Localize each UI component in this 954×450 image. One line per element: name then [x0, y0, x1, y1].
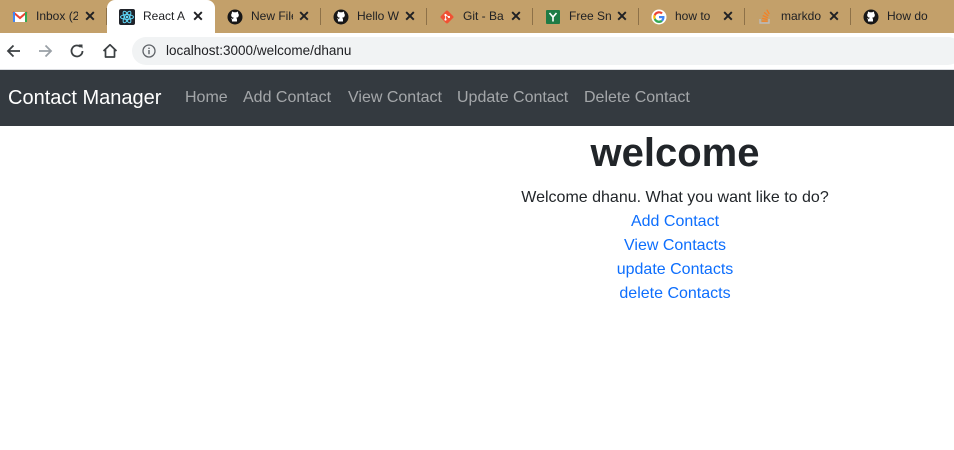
nav-link-update-contact[interactable]: Update Contact: [457, 88, 568, 108]
browser-toolbar: localhost:3000/welcome/dhanu: [0, 33, 954, 70]
view-contacts-link[interactable]: View Contacts: [396, 234, 954, 258]
reload-icon[interactable]: [67, 41, 87, 61]
gmail-icon: [12, 11, 28, 22]
welcome-section: welcome Welcome dhanu. What you want lik…: [396, 126, 954, 306]
browser-tab[interactable]: How do: [851, 0, 954, 33]
browser-tab[interactable]: how to ✕: [639, 0, 745, 33]
tab-title: React A: [143, 9, 185, 23]
browser-tab-active[interactable]: React A ✕: [107, 0, 215, 33]
url-text: localhost:3000/welcome/dhanu: [166, 43, 352, 58]
page-title: welcome: [590, 131, 760, 175]
nav-link-view-contact[interactable]: View Contact: [348, 88, 442, 108]
github-icon: [227, 9, 243, 25]
close-icon[interactable]: ✕: [721, 9, 735, 23]
browser-tab[interactable]: New File ✕: [215, 0, 321, 33]
github-icon: [333, 9, 349, 25]
delete-contacts-link[interactable]: delete Contacts: [396, 282, 954, 306]
welcome-message: Welcome dhanu. What you want like to do?: [521, 189, 829, 206]
tab-title: Inbox (2: [36, 9, 78, 23]
nav-link-delete-contact[interactable]: Delete Contact: [584, 88, 690, 108]
address-bar[interactable]: localhost:3000/welcome/dhanu: [132, 37, 954, 65]
stackoverflow-icon: [759, 9, 770, 24]
back-arrow-icon[interactable]: [4, 41, 24, 61]
browser-tab[interactable]: Git - Ba ✕: [427, 0, 533, 33]
google-icon: [651, 9, 667, 25]
tab-title: Git - Ba: [463, 9, 504, 23]
close-icon[interactable]: ✕: [615, 9, 629, 23]
close-icon[interactable]: ✕: [191, 9, 205, 23]
close-icon[interactable]: ✕: [509, 9, 523, 23]
tab-title: Hello W: [357, 9, 399, 23]
close-icon[interactable]: ✕: [83, 9, 97, 23]
browser-tab[interactable]: Hello W ✕: [321, 0, 427, 33]
nav-link-add-contact[interactable]: Add Contact: [243, 88, 331, 108]
browser-tab-strip: Inbox (2 ✕ React A ✕ New File ✕ Hello W …: [0, 0, 954, 33]
close-icon[interactable]: ✕: [827, 9, 841, 23]
update-contacts-link[interactable]: update Contacts: [396, 258, 954, 282]
tab-title: New File: [251, 9, 293, 23]
browser-tab[interactable]: Free Sni ✕: [533, 0, 639, 33]
browser-tab[interactable]: Inbox (2 ✕: [0, 0, 107, 33]
github-icon: [863, 9, 879, 25]
tab-title: markdo: [781, 9, 822, 23]
react-icon: [119, 9, 135, 25]
home-icon[interactable]: [100, 41, 120, 61]
git-icon: [440, 10, 454, 24]
app-navbar: Contact Manager Home Add Contact View Co…: [0, 70, 954, 126]
close-icon[interactable]: ✕: [297, 9, 311, 23]
close-icon[interactable]: ✕: [403, 9, 417, 23]
forward-arrow-icon[interactable]: [35, 41, 55, 61]
browser-tab[interactable]: markdo ✕: [745, 0, 851, 33]
nav-link-home[interactable]: Home: [185, 88, 228, 108]
info-icon[interactable]: [142, 44, 156, 58]
add-contact-link[interactable]: Add Contact: [396, 210, 954, 234]
tab-title: How do: [887, 9, 928, 23]
bootstrap-snippet-icon: [546, 10, 560, 24]
navbar-brand[interactable]: Contact Manager: [8, 86, 161, 110]
tab-title: how to: [675, 9, 711, 23]
tab-title: Free Sni: [569, 9, 611, 23]
